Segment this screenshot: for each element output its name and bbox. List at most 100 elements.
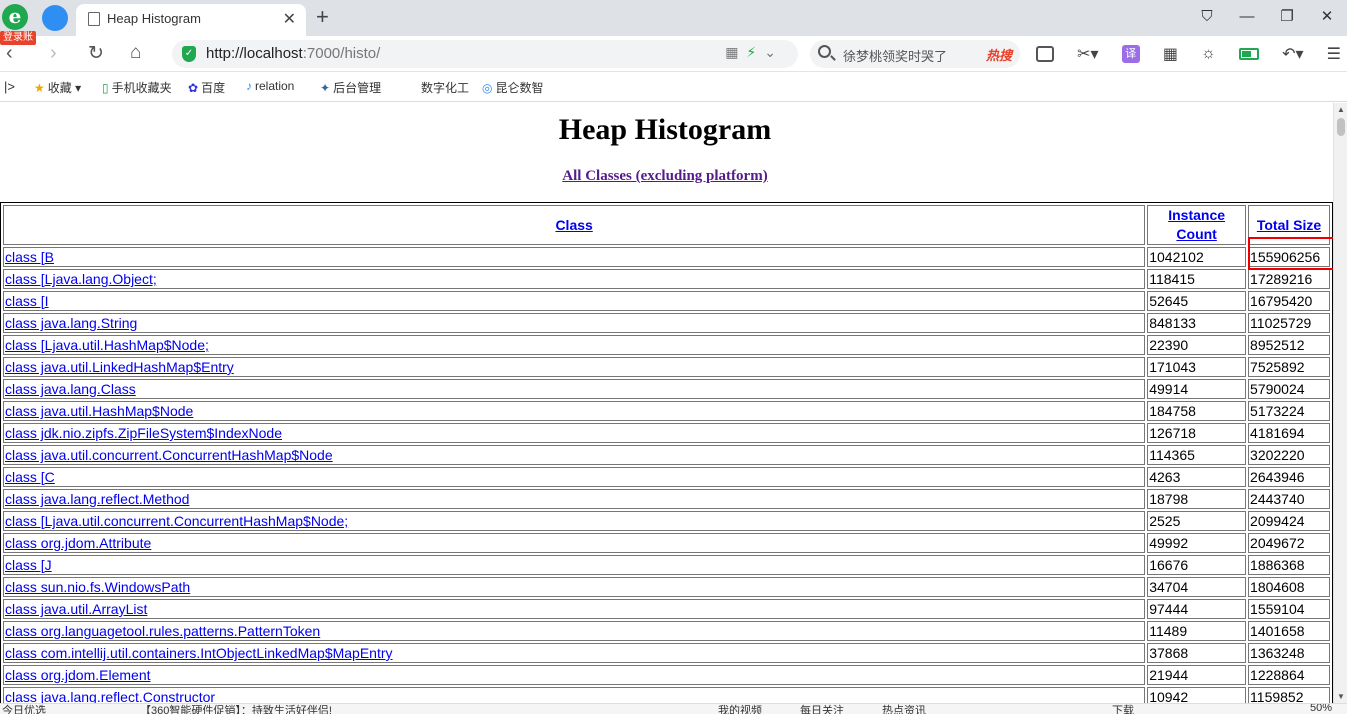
class-link[interactable]: class java.util.HashMap$Node bbox=[5, 403, 193, 419]
login-badge[interactable]: 登录账号 bbox=[0, 31, 36, 57]
battery-icon[interactable] bbox=[1238, 48, 1259, 60]
close-tab-icon[interactable]: ✕ bbox=[283, 9, 296, 29]
instance-count-cell: 16676 bbox=[1147, 555, 1247, 575]
browser-logo-icon[interactable]: e bbox=[2, 4, 28, 30]
scroll-thumb[interactable] bbox=[1337, 118, 1345, 136]
forward-icon[interactable]: › bbox=[50, 42, 57, 65]
table-row: class org.jdom.Element 21944 1228864 bbox=[3, 665, 1330, 685]
class-link[interactable]: class java.lang.Class bbox=[5, 381, 136, 397]
class-cell: class jdk.nio.zipfs.ZipFileSystem$IndexN… bbox=[3, 423, 1146, 443]
class-link[interactable]: class java.util.concurrent.ConcurrentHas… bbox=[5, 447, 333, 463]
status-item-zoom[interactable]: 50% bbox=[1310, 704, 1332, 714]
browser-window: e 登录账号 Heap Histogram ✕ + ⛉ — ❐ ✕ ‹ › ↻ … bbox=[0, 0, 1347, 714]
back-icon[interactable]: ‹ bbox=[6, 42, 13, 65]
sort-by-size-link[interactable]: Total Size bbox=[1257, 217, 1321, 233]
scroll-up-icon[interactable]: ▲ bbox=[1337, 105, 1345, 114]
class-link[interactable]: class jdk.nio.zipfs.ZipFileSystem$IndexN… bbox=[5, 425, 282, 441]
extension-icon[interactable] bbox=[1036, 46, 1054, 62]
class-link[interactable]: class org.jdom.Attribute bbox=[5, 535, 151, 551]
navigator-icon[interactable] bbox=[42, 5, 68, 31]
total-size-cell: 1804608 bbox=[1248, 577, 1330, 597]
table-row: class java.lang.reflect.Constructor 10942… bbox=[3, 687, 1330, 703]
menu-icon[interactable]: ☰ bbox=[1327, 44, 1341, 64]
url-input[interactable]: ✓ http://localhost:7000/histo/ ▦⚡⌄ bbox=[172, 40, 798, 68]
new-tab-icon[interactable]: + bbox=[316, 4, 329, 30]
class-link[interactable]: class [B bbox=[5, 249, 54, 265]
table-row: class [Ljava.util.concurrent.ConcurrentH… bbox=[3, 511, 1330, 531]
class-link[interactable]: class com.intellij.util.containers.IntOb… bbox=[5, 645, 393, 661]
minimize-icon[interactable]: — bbox=[1227, 0, 1267, 36]
table-row: class java.util.LinkedHashMap$Entry 17104… bbox=[3, 357, 1330, 377]
status-item-video[interactable]: 我的视频 bbox=[718, 704, 762, 714]
class-link[interactable]: class org.languagetool.rules.patterns.Pa… bbox=[5, 623, 320, 639]
class-link[interactable]: class [Ljava.lang.Object; bbox=[5, 271, 157, 287]
class-link[interactable]: class java.lang.reflect.Constructor bbox=[5, 689, 215, 703]
class-link[interactable]: class java.util.LinkedHashMap$Entry bbox=[5, 359, 234, 375]
table-row: class [B 1042102 155906256 bbox=[3, 247, 1330, 267]
bookmark-favorites[interactable]: ★ 收藏 ▾ bbox=[34, 79, 81, 96]
vertical-scrollbar[interactable]: ▲ ▼ bbox=[1333, 103, 1347, 703]
url-actions[interactable]: ▦⚡⌄ bbox=[725, 44, 784, 61]
class-link[interactable]: class [I bbox=[5, 293, 49, 309]
instance-count-cell: 21944 bbox=[1147, 665, 1247, 685]
status-item-today[interactable]: 今日优选 bbox=[2, 704, 46, 714]
translate-icon[interactable]: 译 bbox=[1121, 45, 1140, 63]
instance-count-cell: 114365 bbox=[1147, 445, 1247, 465]
bookmark-baidu[interactable]: ✿ 百度 bbox=[188, 79, 225, 96]
instance-count-cell: 18798 bbox=[1147, 489, 1247, 509]
table-row: class org.languagetool.rules.patterns.Pa… bbox=[3, 621, 1330, 641]
class-link[interactable]: class java.util.ArrayList bbox=[5, 601, 147, 617]
search-input[interactable]: 徐梦桃领奖时哭了 热搜 bbox=[810, 40, 1020, 68]
table-row: class [I 52645 16795420 bbox=[3, 291, 1330, 311]
total-size-cell: 1159852 bbox=[1248, 687, 1330, 703]
shirt-icon[interactable]: ⛉ bbox=[1187, 0, 1227, 36]
total-size-cell: 17289216 bbox=[1248, 269, 1330, 289]
class-link[interactable]: class java.lang.String bbox=[5, 315, 137, 331]
bookmark-sidebar-icon[interactable]: |> bbox=[4, 79, 15, 94]
page-viewport: Heap Histogram All Classes (excluding pl… bbox=[0, 103, 1333, 703]
restore-icon[interactable]: ❐ bbox=[1267, 0, 1307, 36]
brightness-icon[interactable]: ☼ bbox=[1201, 45, 1216, 63]
total-size-cell: 155906256 bbox=[1248, 247, 1330, 267]
total-size-cell: 1363248 bbox=[1248, 643, 1330, 663]
table-row: class sun.nio.fs.WindowsPath 34704 1804608 bbox=[3, 577, 1330, 597]
total-size-cell: 2443740 bbox=[1248, 489, 1330, 509]
class-link[interactable]: class [Ljava.util.HashMap$Node; bbox=[5, 337, 209, 353]
bookmark-mobile[interactable]: ▯ 手机收藏夹 bbox=[102, 79, 172, 96]
close-window-icon[interactable]: ✕ bbox=[1307, 0, 1347, 36]
status-item-promo[interactable]: 【360智能硬件促销】：持致生活好伴侣! bbox=[140, 704, 332, 714]
instance-count-cell: 118415 bbox=[1147, 269, 1247, 289]
sort-by-count-link[interactable]: Instance Count bbox=[1168, 207, 1225, 242]
scroll-down-icon[interactable]: ▼ bbox=[1337, 692, 1345, 701]
all-classes-link[interactable]: All Classes (excluding platform) bbox=[0, 168, 1330, 185]
status-item-attention[interactable]: 每日关注 bbox=[800, 704, 844, 714]
class-link[interactable]: class org.jdom.Element bbox=[5, 667, 151, 683]
class-link[interactable]: class [J bbox=[5, 557, 52, 573]
class-link[interactable]: class sun.nio.fs.WindowsPath bbox=[5, 579, 190, 595]
home-icon[interactable]: ⌂ bbox=[130, 42, 141, 64]
class-cell: class java.util.LinkedHashMap$Entry bbox=[3, 357, 1146, 377]
table-row: class java.util.concurrent.ConcurrentHas… bbox=[3, 445, 1330, 465]
sort-by-class-link[interactable]: Class bbox=[555, 217, 592, 233]
bookmark-relation[interactable]: ♪ relation bbox=[246, 79, 294, 93]
tab-heap-histogram[interactable]: Heap Histogram ✕ bbox=[76, 4, 306, 36]
class-link[interactable]: class [Ljava.util.concurrent.ConcurrentH… bbox=[5, 513, 348, 529]
status-item-download[interactable]: 下载 bbox=[1112, 704, 1134, 714]
tab-bar: e 登录账号 Heap Histogram ✕ + ⛉ — ❐ ✕ bbox=[0, 0, 1347, 57]
bookmark-digital[interactable]: 数字化工 bbox=[421, 79, 469, 96]
table-row: class [C 4263 2643946 bbox=[3, 467, 1330, 487]
bookmark-admin[interactable]: ✦ 后台管理 bbox=[320, 79, 381, 96]
apps-grid-icon[interactable]: ▦ bbox=[1163, 44, 1178, 64]
class-cell: class org.languagetool.rules.patterns.Pa… bbox=[3, 621, 1146, 641]
document-icon bbox=[88, 12, 100, 26]
undo-icon[interactable]: ↶▾ bbox=[1282, 44, 1303, 64]
status-item-news[interactable]: 热点资讯 bbox=[882, 704, 926, 714]
bookmark-kunlun[interactable]: ◎ 昆仑数智 bbox=[482, 79, 544, 96]
window-controls: ⛉ — ❐ ✕ bbox=[1187, 0, 1347, 36]
class-link[interactable]: class [C bbox=[5, 469, 55, 485]
class-link[interactable]: class java.lang.reflect.Method bbox=[5, 491, 189, 507]
reload-icon[interactable]: ↻ bbox=[88, 42, 104, 65]
hot-search-label[interactable]: 热搜 bbox=[986, 45, 1012, 64]
class-cell: class com.intellij.util.containers.IntOb… bbox=[3, 643, 1146, 663]
scissors-icon[interactable]: ✂▾ bbox=[1077, 44, 1098, 64]
